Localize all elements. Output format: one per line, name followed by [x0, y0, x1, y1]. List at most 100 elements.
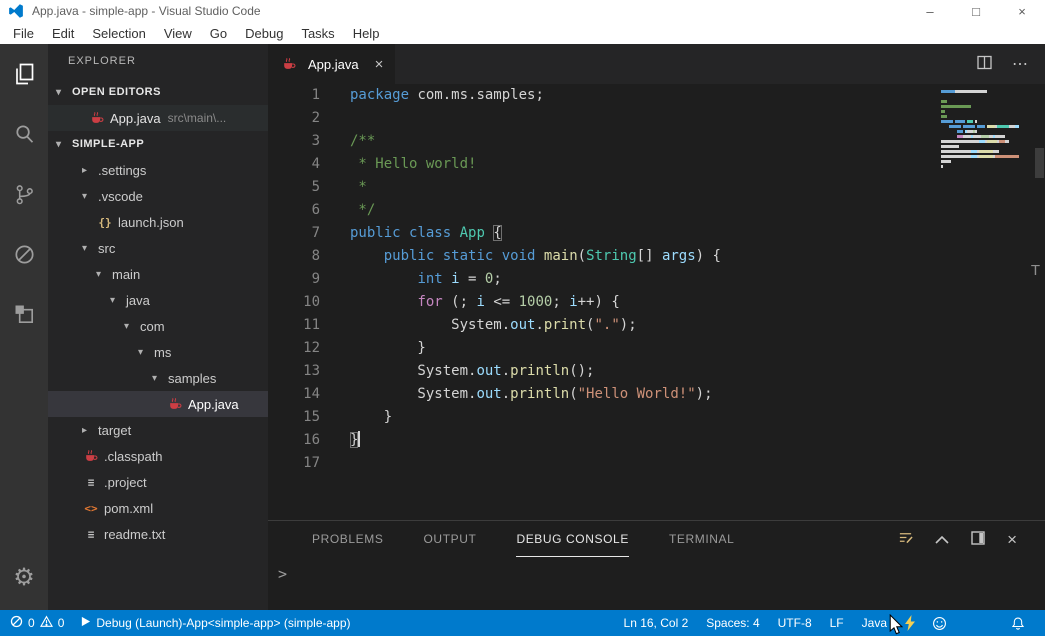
activity-extensions-icon[interactable]: [0, 284, 48, 344]
panel-tab-debug-console[interactable]: DEBUG CONSOLE: [516, 521, 629, 557]
tree-item-app-java[interactable]: App.java: [48, 391, 268, 417]
menu-debug[interactable]: Debug: [236, 26, 292, 41]
close-panel-icon[interactable]: ×: [1007, 531, 1017, 548]
text-cursor: [358, 431, 360, 447]
split-editor-icon[interactable]: [977, 55, 992, 73]
close-tab-icon[interactable]: ×: [375, 57, 384, 72]
line-number: 13: [268, 360, 320, 383]
tree-item-project[interactable]: ≡.project: [48, 469, 268, 495]
maximize-button[interactable]: □: [953, 0, 999, 22]
menu-file[interactable]: File: [4, 26, 43, 41]
overview-ruler-marker: T: [1031, 262, 1040, 279]
panel-tab-problems[interactable]: PROBLEMS: [312, 521, 384, 557]
minimize-button[interactable]: –: [907, 0, 953, 22]
tree-item-label: .settings: [98, 163, 146, 178]
status-bar-left: 0 0 Debug (Launch)-App<simple-app> (simp…: [0, 615, 351, 631]
tree-item-classpath[interactable]: .classpath: [48, 443, 268, 469]
tree-item-readme-txt[interactable]: ≡readme.txt: [48, 521, 268, 547]
java-file-icon: [88, 111, 106, 125]
activity-debug-icon[interactable]: [0, 224, 48, 284]
tree-item-ms[interactable]: ▾ms: [48, 339, 268, 365]
activity-settings-gear-icon[interactable]: ⚙: [0, 554, 48, 602]
code-line-16: 16}: [268, 429, 1045, 452]
status-eol[interactable]: LF: [821, 616, 853, 630]
open-editors-header[interactable]: ▾ OPEN EDITORS: [48, 79, 268, 105]
twisty-expanded-icon: ▾: [82, 243, 98, 254]
tree-item-main[interactable]: ▾main: [48, 261, 268, 287]
line-number: 8: [268, 245, 320, 268]
tree-item-label: java: [126, 293, 150, 308]
panel-tab-terminal[interactable]: TERMINAL: [669, 521, 734, 557]
error-count: 0: [28, 616, 35, 630]
menu-selection[interactable]: Selection: [83, 26, 154, 41]
debug-console[interactable]: >: [268, 557, 1045, 610]
lightning-icon[interactable]: [896, 615, 924, 631]
status-language-mode[interactable]: Java: [853, 616, 896, 630]
maximize-panel-icon[interactable]: [935, 532, 949, 547]
status-right-items: Ln 16, Col 2Spaces: 4UTF-8LFJava: [615, 616, 896, 630]
status-cursor-position[interactable]: Ln 16, Col 2: [615, 616, 698, 630]
menu-help[interactable]: Help: [344, 26, 389, 41]
more-actions-icon[interactable]: ⋯: [1012, 54, 1029, 74]
tab-app-java[interactable]: App.java ×: [268, 44, 395, 84]
play-icon: [80, 616, 91, 630]
tree-item-vscode[interactable]: ▾.vscode: [48, 183, 268, 209]
tree-item-samples[interactable]: ▾samples: [48, 365, 268, 391]
open-editor-item[interactable]: App.java src\main\...: [48, 105, 268, 131]
project-section-header[interactable]: ▾ SIMPLE-APP: [48, 131, 268, 157]
problems-status[interactable]: 0 0: [10, 615, 64, 631]
tree-item-pom-xml[interactable]: <> pom.xml: [48, 495, 268, 521]
code-line-7: 7public class App {: [268, 222, 1045, 245]
tree-item-launch-json[interactable]: {}launch.json: [48, 209, 268, 235]
activity-source-control-icon[interactable]: [0, 164, 48, 224]
xml-file-icon: <>: [82, 502, 100, 515]
vscode-logo-icon: [8, 3, 24, 19]
debug-launch-status[interactable]: Debug (Launch)-App<simple-app> (simple-a…: [80, 616, 350, 630]
menu-tasks[interactable]: Tasks: [292, 26, 343, 41]
twisty-expanded-icon: ▾: [96, 269, 112, 280]
window-title: App.java - simple-app - Visual Studio Co…: [32, 4, 261, 18]
open-editor-path: src\main\...: [168, 111, 227, 125]
project-name-label: SIMPLE-APP: [72, 138, 144, 150]
tree-item-java[interactable]: ▾java: [48, 287, 268, 313]
tree-item-label: readme.txt: [104, 527, 165, 542]
tree-item-label: src: [98, 241, 115, 256]
line-number: 6: [268, 199, 320, 222]
status-encoding[interactable]: UTF-8: [769, 616, 821, 630]
tree-item-src[interactable]: ▾src: [48, 235, 268, 261]
panel-tab-output[interactable]: OUTPUT: [424, 521, 477, 557]
code-line-6: 6 */: [268, 199, 1045, 222]
tree-item-settings[interactable]: ▸.settings: [48, 157, 268, 183]
clear-console-icon[interactable]: [898, 530, 913, 548]
scrollbar-thumb[interactable]: [1035, 148, 1044, 178]
code-line-8: 8 public static void main(String[] args)…: [268, 245, 1045, 268]
menu-view[interactable]: View: [155, 26, 201, 41]
menu-go[interactable]: Go: [201, 26, 236, 41]
minimap[interactable]: [941, 90, 1019, 175]
activity-search-icon[interactable]: [0, 104, 48, 164]
line-number: 5: [268, 176, 320, 199]
line-number: 3: [268, 130, 320, 153]
tree-item-label: .vscode: [98, 189, 143, 204]
code-line-14: 14 System.out.println("Hello World!");: [268, 383, 1045, 406]
tree-item-target[interactable]: ▸target: [48, 417, 268, 443]
notifications-bell-icon[interactable]: [1003, 616, 1033, 631]
line-number: 12: [268, 337, 320, 360]
activity-explorer-icon[interactable]: [0, 44, 48, 104]
twisty-expanded-icon: ▾: [56, 139, 72, 150]
feedback-smiley-icon[interactable]: [924, 616, 955, 631]
tab-label: App.java: [308, 57, 359, 72]
tree-item-label: .classpath: [104, 449, 163, 464]
status-indentation[interactable]: Spaces: 4: [697, 616, 768, 630]
code-line-17: 17: [268, 452, 1045, 475]
debug-config-label: Debug (Launch)-App<simple-app> (simple-a…: [96, 616, 350, 630]
restore-panel-icon[interactable]: [971, 531, 985, 548]
console-prompt[interactable]: >: [278, 565, 287, 583]
tree-item-com[interactable]: ▾com: [48, 313, 268, 339]
tree-item-label: target: [98, 423, 131, 438]
twisty-expanded-icon: ▾: [124, 321, 140, 332]
menu-edit[interactable]: Edit: [43, 26, 83, 41]
code-editor[interactable]: 1package com.ms.samples;23/**4 * Hello w…: [268, 84, 1045, 520]
tree-item-label: pom.xml: [104, 501, 153, 516]
close-window-button[interactable]: ×: [999, 0, 1045, 22]
